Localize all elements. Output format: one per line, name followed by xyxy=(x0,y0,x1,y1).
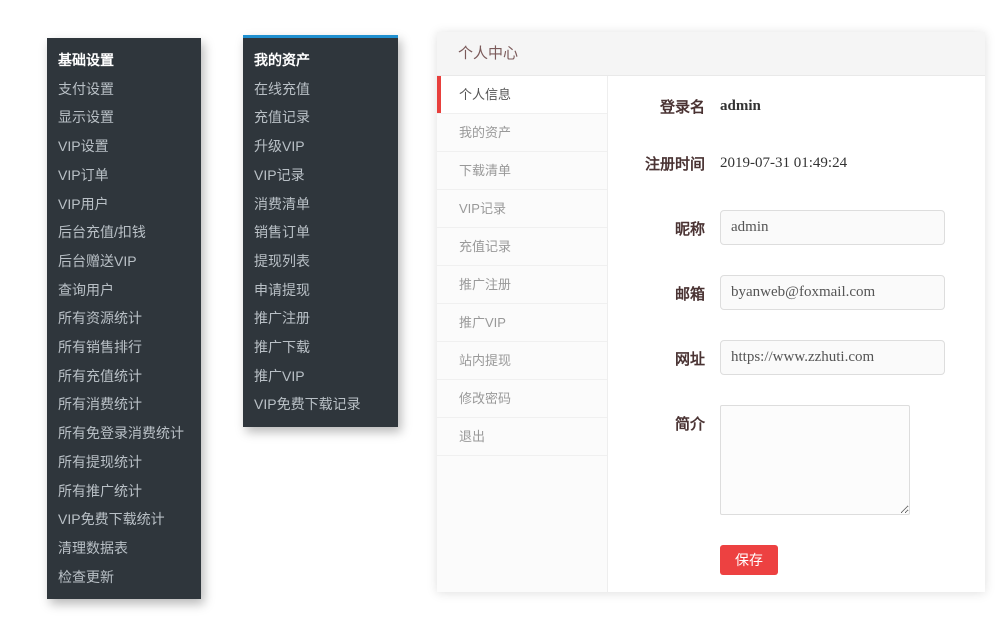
settings-menu-items: 支付设置 显示设置 VIP设置 VIP订单 VIP用户 后台充值/扣钱 后台赠送… xyxy=(47,75,201,592)
login-name-row: 登录名 admin xyxy=(608,96,985,117)
menu-item[interactable]: VIP免费下载记录 xyxy=(243,390,398,419)
menu-item[interactable]: 后台充值/扣钱 xyxy=(47,218,201,247)
register-time-row: 注册时间 2019-07-31 01:49:24 xyxy=(608,153,985,174)
menu-item[interactable]: 升级VIP xyxy=(243,132,398,161)
profile-tab[interactable]: 推广注册 xyxy=(437,266,607,304)
assets-menu-header[interactable]: 我的资产 xyxy=(243,46,398,75)
menu-item[interactable]: VIP订单 xyxy=(47,161,201,190)
menu-item[interactable]: 所有免登录消费统计 xyxy=(47,419,201,448)
menu-item[interactable]: VIP用户 xyxy=(47,190,201,219)
nickname-label: 昵称 xyxy=(608,210,705,239)
profile-panel: 个人中心 个人信息 我的资产 下载清单 VIP记录 充值记录 推广注册 推广VI… xyxy=(437,32,985,592)
profile-tab[interactable]: 下载清单 xyxy=(437,152,607,190)
intro-label: 简介 xyxy=(608,405,705,434)
menu-item[interactable]: 申请提现 xyxy=(243,276,398,305)
intro-row: 简介 xyxy=(608,405,985,515)
menu-item[interactable]: VIP设置 xyxy=(47,132,201,161)
email-label: 邮箱 xyxy=(608,275,705,304)
profile-tab[interactable]: VIP记录 xyxy=(437,190,607,228)
assets-menu-items: 在线充值 充值记录 升级VIP VIP记录 消费清单 销售订单 提现列表 申请提… xyxy=(243,75,398,419)
profile-tab-list: 个人信息 我的资产 下载清单 VIP记录 充值记录 推广注册 推广VIP 站内提… xyxy=(437,76,608,592)
menu-item[interactable]: 所有提现统计 xyxy=(47,448,201,477)
website-row: 网址 xyxy=(608,340,985,375)
website-label: 网址 xyxy=(608,340,705,369)
menu-item[interactable]: 推广VIP xyxy=(243,362,398,391)
website-field[interactable] xyxy=(720,340,945,375)
panel-body: 个人信息 我的资产 下载清单 VIP记录 充值记录 推广注册 推广VIP 站内提… xyxy=(437,76,985,592)
menu-item[interactable]: 消费清单 xyxy=(243,190,398,219)
menu-item[interactable]: 推广下载 xyxy=(243,333,398,362)
register-time-label: 注册时间 xyxy=(608,153,705,174)
menu-item[interactable]: 销售订单 xyxy=(243,218,398,247)
panel-title: 个人中心 xyxy=(437,32,985,76)
nickname-field[interactable] xyxy=(720,210,945,245)
save-button[interactable]: 保存 xyxy=(720,545,778,575)
settings-menu-header[interactable]: 基础设置 xyxy=(47,46,201,75)
profile-form: 登录名 admin 注册时间 2019-07-31 01:49:24 昵称 邮箱… xyxy=(608,76,985,592)
profile-tab[interactable]: 站内提现 xyxy=(437,342,607,380)
register-time-value: 2019-07-31 01:49:24 xyxy=(720,153,847,173)
menu-item[interactable]: 充值记录 xyxy=(243,103,398,132)
menu-item[interactable]: 所有消费统计 xyxy=(47,390,201,419)
menu-item[interactable]: 在线充值 xyxy=(243,75,398,104)
menu-item[interactable]: 所有资源统计 xyxy=(47,304,201,333)
menu-item[interactable]: 所有推广统计 xyxy=(47,477,201,506)
menu-item[interactable]: 支付设置 xyxy=(47,75,201,104)
menu-item[interactable]: 推广注册 xyxy=(243,304,398,333)
nickname-row: 昵称 xyxy=(608,210,985,245)
menu-item[interactable]: VIP免费下载统计 xyxy=(47,505,201,534)
menu-item[interactable]: 清理数据表 xyxy=(47,534,201,563)
email-field[interactable] xyxy=(720,275,945,310)
menu-item[interactable]: 所有销售排行 xyxy=(47,333,201,362)
profile-tab[interactable]: 推广VIP xyxy=(437,304,607,342)
menu-item[interactable]: 提现列表 xyxy=(243,247,398,276)
profile-tab[interactable]: 个人信息 xyxy=(437,76,607,114)
menu-item[interactable]: 检查更新 xyxy=(47,563,201,592)
menu-item[interactable]: 后台赠送VIP xyxy=(47,247,201,276)
menu-item[interactable]: VIP记录 xyxy=(243,161,398,190)
email-row: 邮箱 xyxy=(608,275,985,310)
menu-item[interactable]: 显示设置 xyxy=(47,103,201,132)
login-name-label: 登录名 xyxy=(608,96,705,117)
assets-menu: 我的资产 在线充值 充值记录 升级VIP VIP记录 消费清单 销售订单 提现列… xyxy=(243,35,398,427)
profile-tab[interactable]: 修改密码 xyxy=(437,380,607,418)
login-name-value: admin xyxy=(720,96,761,116)
profile-tab[interactable]: 充值记录 xyxy=(437,228,607,266)
profile-tab[interactable]: 退出 xyxy=(437,418,607,456)
profile-tab[interactable]: 我的资产 xyxy=(437,114,607,152)
settings-menu: 基础设置 支付设置 显示设置 VIP设置 VIP订单 VIP用户 后台充值/扣钱… xyxy=(47,38,201,599)
menu-item[interactable]: 所有充值统计 xyxy=(47,362,201,391)
menu-item[interactable]: 查询用户 xyxy=(47,276,201,305)
intro-field[interactable] xyxy=(720,405,910,515)
